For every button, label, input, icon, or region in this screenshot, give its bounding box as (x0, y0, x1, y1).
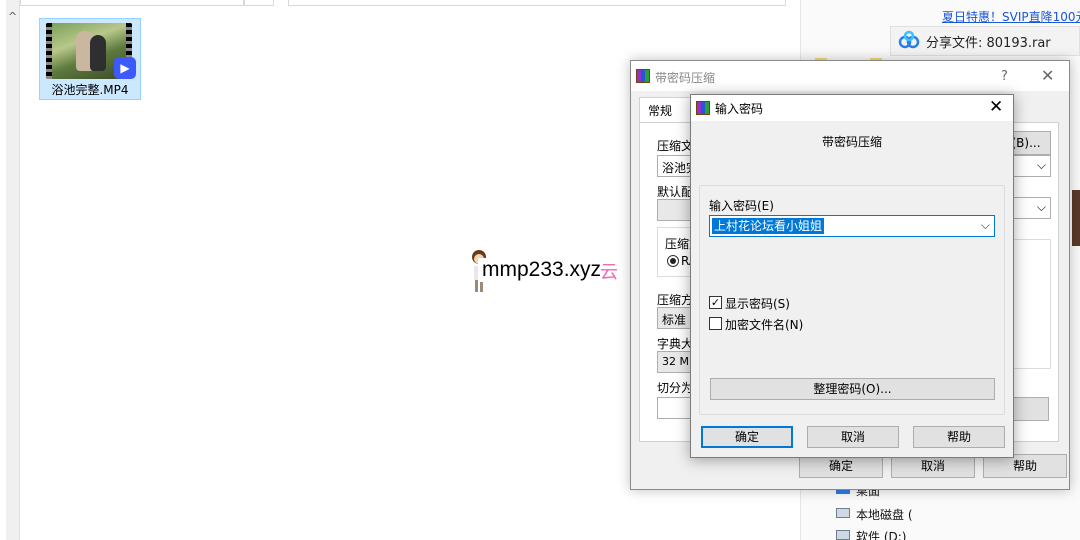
winrar-icon (636, 69, 650, 83)
address-bar[interactable] (20, 0, 244, 6)
archive-options-group (1011, 239, 1051, 369)
side-thumbnail (1072, 190, 1080, 246)
svip-promo-link[interactable]: 夏日特惠！SVIP直降100元 (942, 8, 1080, 25)
format-rar-radio[interactable] (667, 255, 679, 267)
tree-item-drive-d[interactable]: 软件 (D:) (856, 528, 906, 540)
close-icon[interactable]: ✕ (989, 97, 1003, 117)
file-item-video[interactable]: ▶ 浴池完整.MP4 (39, 18, 141, 100)
tree-item-local-disk[interactable]: 本地磁盘 ( (856, 506, 913, 523)
show-password-checkbox[interactable]: ✓ (709, 296, 722, 309)
password-input[interactable]: 上村花论坛看小姐姐 ⌵ (709, 215, 995, 237)
ok-button[interactable]: 确定 (701, 426, 793, 448)
tab-general[interactable]: 常规 (639, 97, 691, 123)
chevron-down-icon[interactable]: ⌵ (981, 218, 990, 233)
outer-title-bar[interactable]: 带密码压缩 ? ✕ (631, 61, 1069, 91)
watermark-text: mmp233.xyz (478, 258, 606, 282)
encrypt-filenames-checkbox[interactable] (709, 317, 722, 330)
password-label: 输入密码(E) (709, 199, 774, 213)
disk-icon (836, 530, 850, 540)
password-selected-text: 上村花论坛看小姐姐 (712, 218, 825, 234)
left-scrollbar[interactable]: ^ (6, 0, 20, 540)
watermark-pink-text: 云 (600, 262, 618, 283)
profile-label: 默认配 (657, 185, 694, 199)
address-dropdown[interactable] (244, 0, 274, 6)
inner-title: 输入密码 (715, 102, 764, 116)
help-icon[interactable]: ? (1001, 69, 1008, 84)
close-icon[interactable]: ✕ (1041, 66, 1054, 85)
archive-name-label: 压缩文 (657, 139, 694, 153)
enter-password-dialog: 输入密码 ✕ 带密码压缩 输入密码(E) 上村花论坛看小姐姐 ⌵ ✓ 显示密码(… (690, 94, 1014, 458)
share-file-label: 分享文件: 80193.rar (926, 36, 1051, 51)
dict-label: 字典大 (657, 337, 694, 351)
scroll-up-icon[interactable]: ^ (8, 10, 17, 23)
baidu-cloud-icon (898, 30, 920, 49)
winrar-icon (696, 101, 710, 115)
method-label: 压缩方 (657, 293, 694, 307)
chevron-down-icon: ⌵ (1036, 158, 1046, 172)
file-name-label: 浴池完整.MP4 (51, 83, 129, 97)
disk-icon (836, 508, 850, 518)
search-bar[interactable] (288, 0, 786, 6)
dialog-subtitle: 带密码压缩 (821, 135, 882, 149)
inner-title-bar[interactable]: 输入密码 ✕ (691, 95, 1013, 121)
chevron-down-icon: ⌵ (1036, 200, 1046, 214)
outer-title: 带密码压缩 (655, 71, 716, 85)
help-button[interactable]: 帮助 (913, 426, 1005, 448)
split-label: 切分为 (657, 381, 694, 395)
cancel-button[interactable]: 取消 (807, 426, 899, 448)
video-play-icon: ▶ (114, 57, 136, 79)
organize-passwords-button[interactable]: 整理密码(O)... (710, 378, 995, 400)
set-password-button[interactable] (1013, 397, 1049, 421)
encrypt-filenames-label: 加密文件名(N) (725, 318, 804, 332)
show-password-label: 显示密码(S) (725, 297, 790, 311)
